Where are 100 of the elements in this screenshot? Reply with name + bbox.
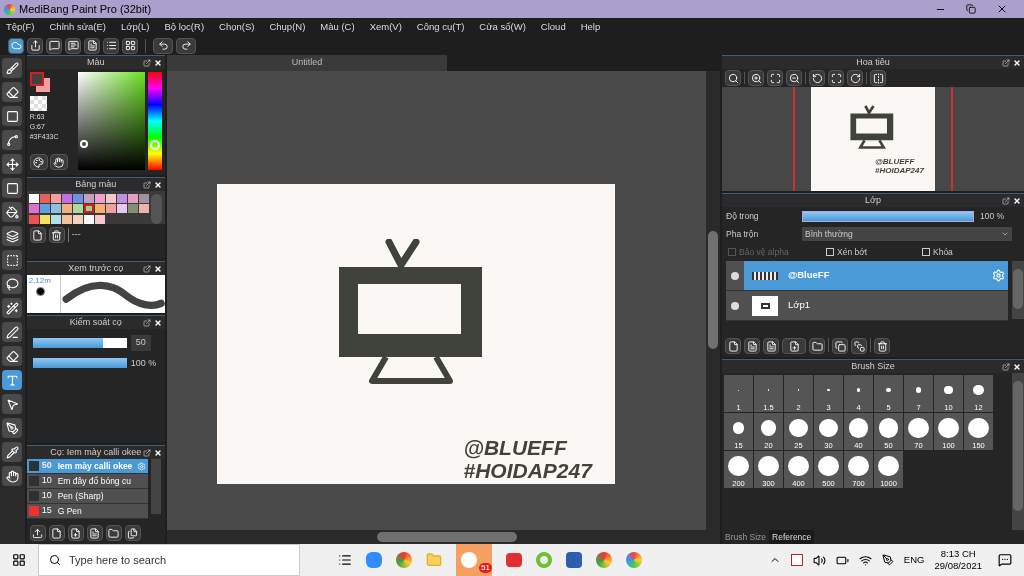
palette-swatch[interactable] (39, 214, 50, 224)
palette-swatch[interactable] (105, 204, 116, 214)
duplicate-icon[interactable] (832, 338, 848, 354)
notifications-icon[interactable] (998, 553, 1012, 567)
cloud-icon[interactable] (8, 37, 24, 54)
palette-swatch[interactable] (28, 204, 39, 214)
video-app-icon[interactable] (366, 552, 382, 568)
palette-swatch[interactable] (94, 214, 105, 224)
hue-handle[interactable] (149, 140, 160, 150)
fit-icon[interactable] (767, 70, 783, 86)
menu-item[interactable]: Bộ lọc(R) (164, 19, 205, 35)
close-icon[interactable] (996, 3, 1008, 15)
folder-icon[interactable] (105, 525, 122, 541)
close-icon[interactable] (1013, 59, 1021, 67)
flip-icon[interactable] (870, 70, 886, 86)
menu-item[interactable]: Chỉnh sửa(E) (49, 19, 107, 35)
menu-item[interactable]: Chụp(N) (269, 19, 306, 35)
zoom-actual-icon[interactable] (725, 70, 741, 86)
undock-icon[interactable] (1002, 363, 1010, 371)
paint-app-icon[interactable] (626, 552, 642, 568)
rotate-right-icon[interactable] (847, 70, 863, 86)
hue-bar[interactable] (147, 72, 162, 170)
palette-swatch[interactable] (39, 194, 50, 203)
menu-item[interactable]: Tệp(F) (6, 19, 35, 35)
new-palette-icon[interactable] (29, 227, 46, 243)
close-icon[interactable] (1013, 197, 1021, 205)
tool-button[interactable] (2, 82, 23, 102)
clock[interactable]: 8:13 CH 29/08/2021 (934, 548, 982, 572)
palette-swatch[interactable] (72, 204, 83, 214)
layer-option-checkbox[interactable]: Xén bớt (826, 245, 922, 259)
tool-button[interactable] (2, 298, 23, 318)
layer-icon[interactable] (744, 338, 760, 354)
palette-swatch[interactable] (138, 204, 149, 214)
undock-icon[interactable] (142, 181, 151, 189)
tool-button[interactable] (2, 418, 23, 438)
share-icon[interactable] (27, 37, 43, 54)
scrollbar[interactable] (150, 194, 162, 224)
reset-view-icon[interactable] (828, 70, 844, 86)
pen-icon[interactable] (881, 554, 894, 566)
rotate-left-icon[interactable] (809, 70, 825, 86)
close-icon[interactable] (153, 265, 162, 273)
tool-button[interactable] (2, 370, 23, 390)
list-icon[interactable] (103, 37, 119, 54)
palette-swatch[interactable] (127, 204, 138, 214)
add-brush-icon[interactable] (67, 525, 84, 541)
new-brush-icon[interactable] (48, 525, 65, 541)
main-color-swatch[interactable] (29, 72, 44, 86)
palette-swatch[interactable] (28, 194, 39, 203)
slider-fill[interactable] (32, 358, 127, 369)
redo-icon[interactable] (176, 37, 196, 54)
tool-button[interactable] (2, 274, 23, 294)
speaker-icon[interactable] (812, 553, 826, 567)
restore-icon[interactable] (966, 4, 976, 14)
windows-start-icon[interactable] (12, 553, 26, 567)
menu-item[interactable]: Màu (C) (320, 19, 355, 35)
duplicate-icon[interactable] (124, 525, 141, 541)
comment-icon[interactable] (65, 37, 81, 54)
palette-swatch[interactable] (116, 204, 127, 214)
undo-icon[interactable] (153, 37, 173, 54)
tool-button[interactable] (2, 58, 23, 78)
tool-button[interactable] (2, 466, 23, 486)
palette-swatch[interactable] (138, 194, 149, 203)
tool-button[interactable] (2, 442, 23, 462)
saturation-square[interactable] (77, 72, 145, 170)
undock-icon[interactable] (142, 319, 151, 327)
zoom-out-icon[interactable] (786, 70, 802, 86)
tool-button[interactable] (2, 322, 23, 342)
layer-text-icon[interactable] (763, 338, 779, 354)
brush-item[interactable]: 10 Pen (Sharp) (26, 489, 148, 504)
vertical-scrollbar[interactable] (706, 71, 720, 530)
grid-icon[interactable] (122, 37, 138, 54)
taskbar-search-field[interactable]: Type here to search (38, 544, 300, 576)
palette-swatch[interactable] (50, 214, 61, 224)
menu-item[interactable]: Help (580, 19, 601, 35)
document-tab[interactable]: Untitled (166, 55, 447, 71)
delete-icon[interactable] (874, 338, 890, 354)
palette-swatch[interactable] (105, 194, 116, 203)
sub-color-swatch[interactable] (35, 78, 50, 92)
palette-swatch[interactable] (39, 204, 50, 214)
menu-item[interactable]: Cửa sổ(W) (479, 19, 526, 35)
word-app-icon[interactable] (566, 552, 582, 568)
scrollbar[interactable] (1012, 373, 1024, 530)
browser-icon[interactable] (396, 552, 412, 568)
horizontal-scrollbar[interactable] (166, 530, 720, 544)
menu-item[interactable]: Xem(V) (369, 19, 402, 35)
undock-icon[interactable] (142, 449, 151, 457)
brush-settings-icon[interactable] (86, 525, 103, 541)
document-icon[interactable] (84, 37, 100, 54)
menu-item[interactable]: Lớp(L) (121, 19, 150, 35)
task-view-icon[interactable] (338, 553, 352, 567)
palette-swatch[interactable] (72, 194, 83, 203)
settings-icon[interactable] (992, 269, 1005, 282)
add-layer-icon[interactable] (782, 338, 806, 354)
undock-icon[interactable] (1002, 59, 1010, 67)
palette-swatch[interactable] (94, 204, 105, 214)
speech-bubble-icon[interactable] (46, 37, 62, 54)
color-picker-handle[interactable] (79, 140, 88, 148)
palette-swatch[interactable] (127, 194, 138, 203)
tool-button[interactable] (2, 394, 23, 414)
merge-icon[interactable] (851, 338, 867, 354)
